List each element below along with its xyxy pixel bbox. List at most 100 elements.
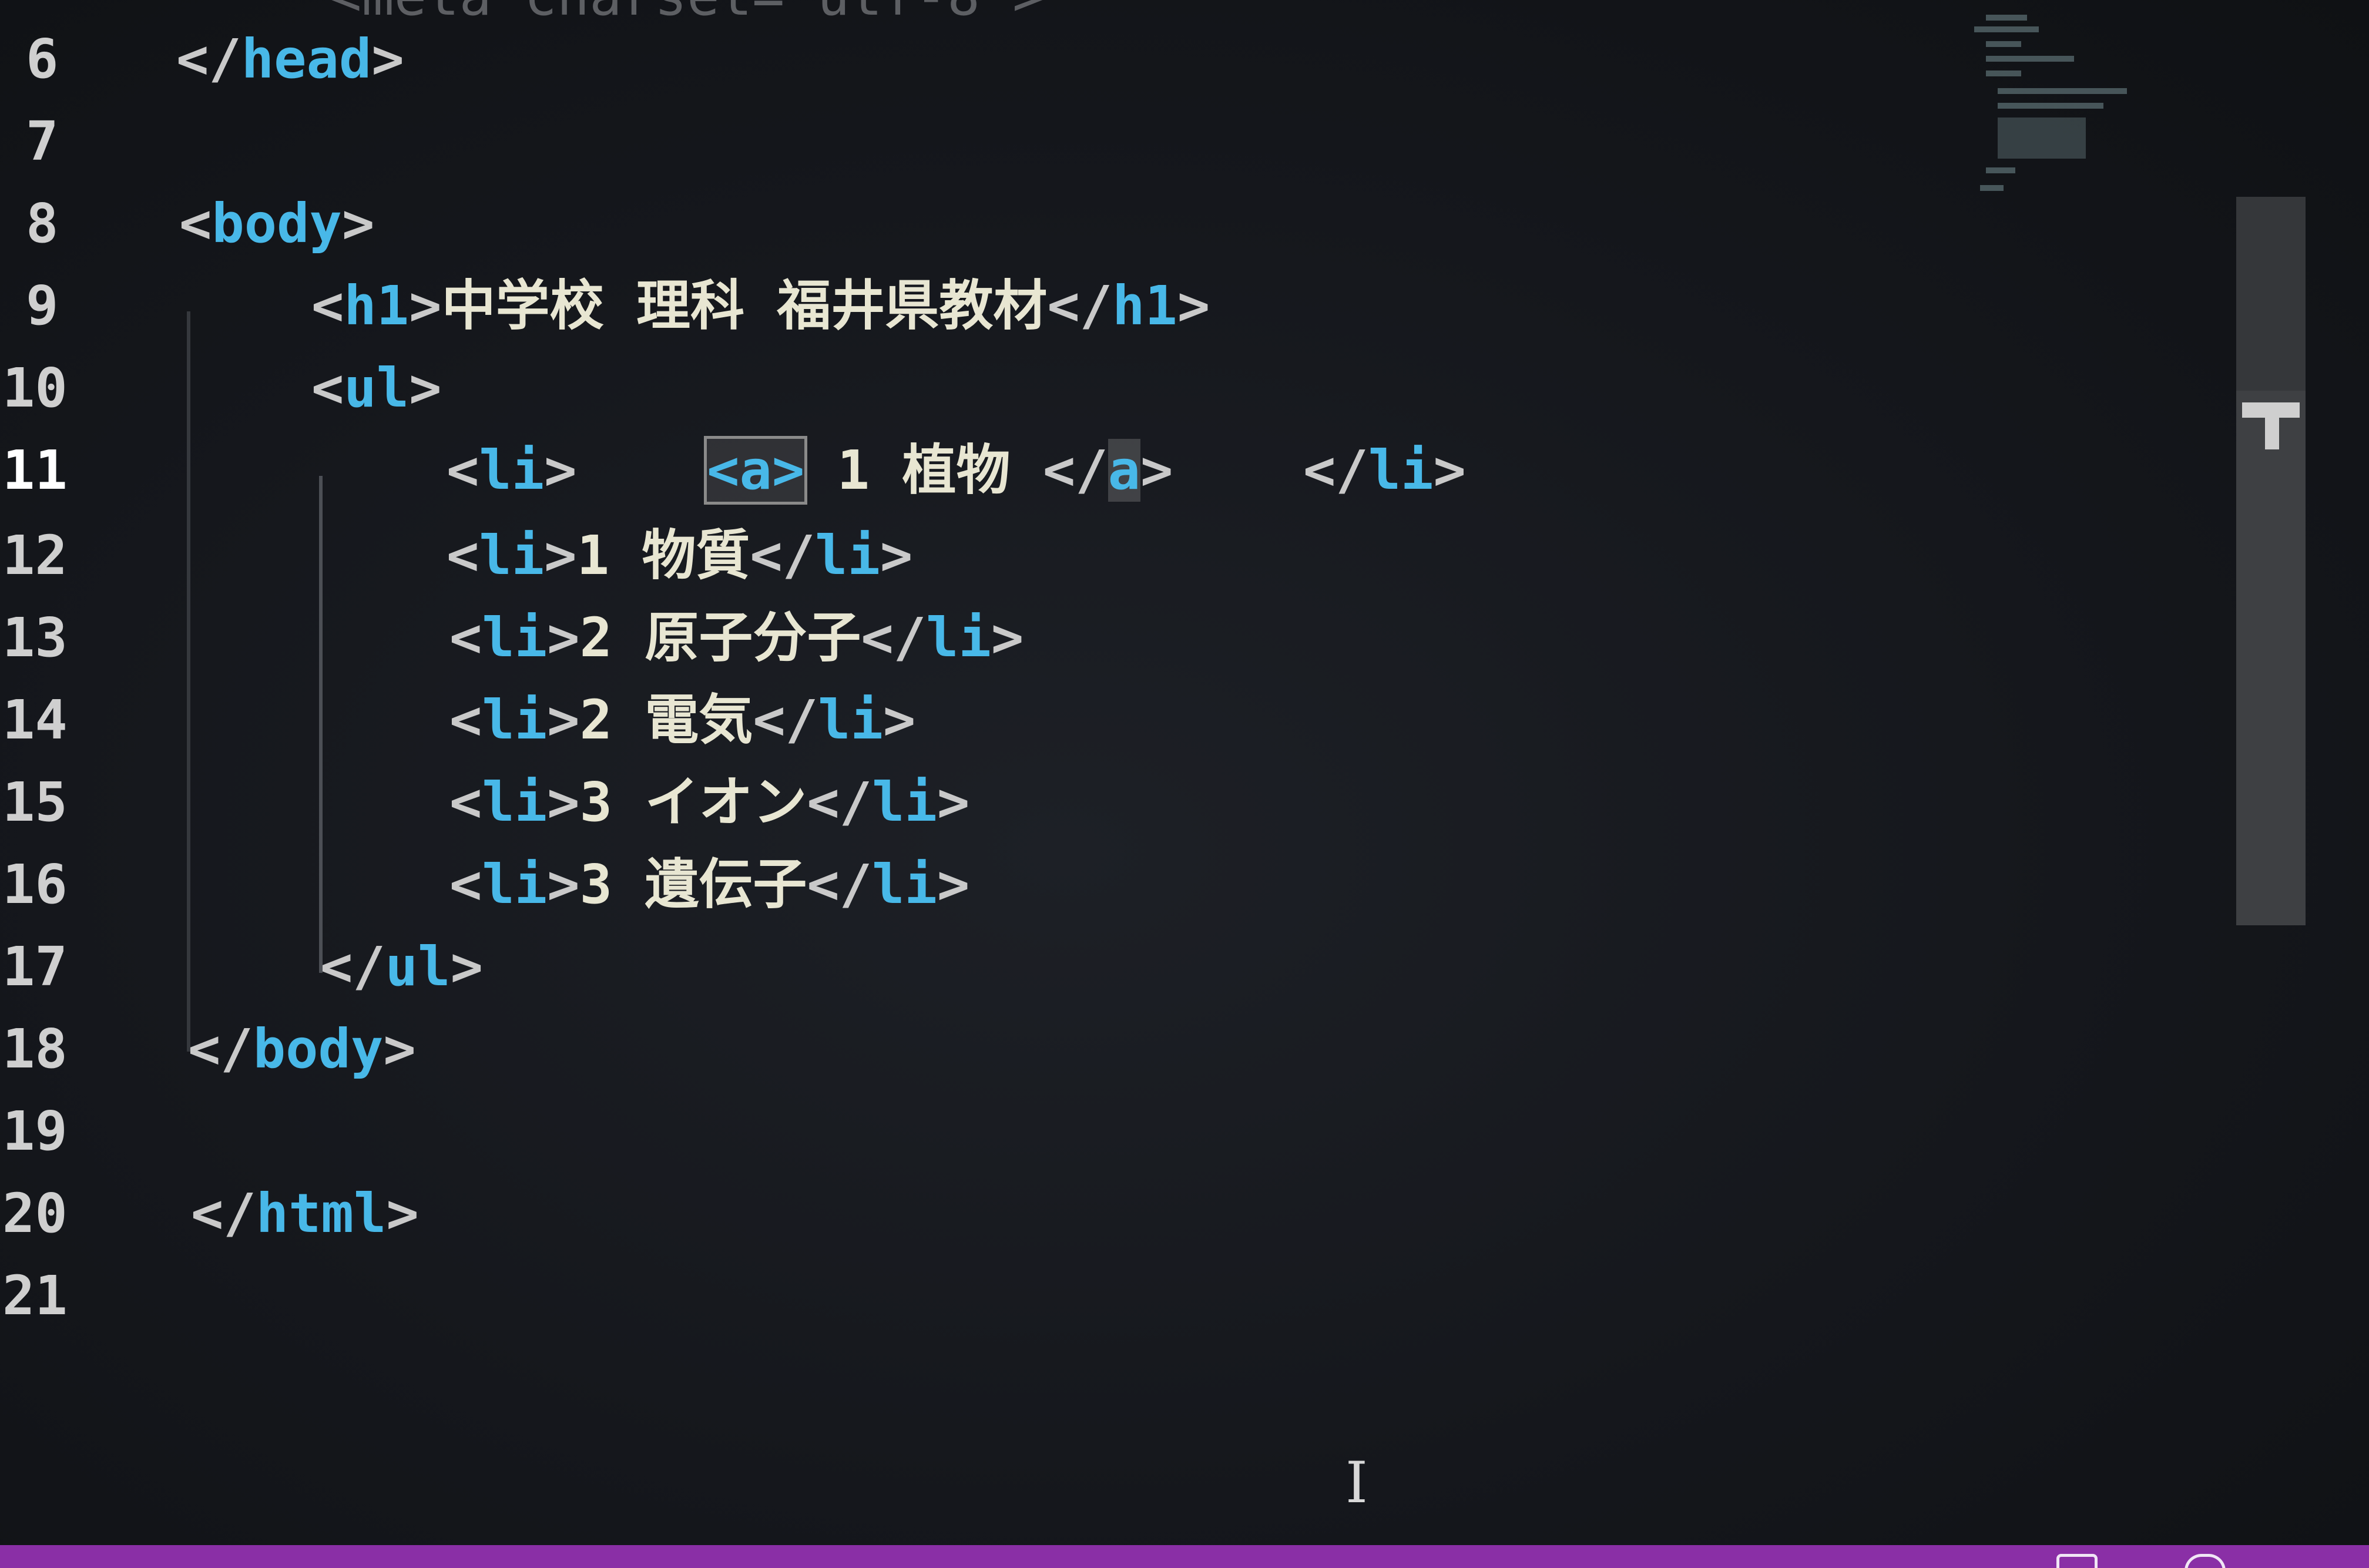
- tag-punctuation: >: [991, 606, 1024, 669]
- tag-name: li: [479, 524, 545, 587]
- line-number: 17: [2, 935, 68, 998]
- code-line[interactable]: 12 <li>1 物質</li>: [0, 514, 2174, 597]
- tag-name: li: [482, 771, 548, 834]
- code-content[interactable]: <li>2 原子分子</li>: [449, 596, 1024, 679]
- code-line[interactable]: 20 </html>: [0, 1172, 2174, 1255]
- tag-name: ul: [385, 935, 451, 998]
- code-line[interactable]: 19: [0, 1090, 2174, 1173]
- tag-punctuation: >: [409, 357, 442, 419]
- code-line[interactable]: 10 <ul>: [0, 347, 2174, 429]
- line-number: 10: [2, 357, 68, 419]
- code-content[interactable]: <body>: [179, 182, 374, 265]
- tag-name: <a>: [704, 436, 808, 505]
- minimap-line: [1974, 26, 2039, 32]
- tag-punctuation: >: [371, 28, 404, 90]
- tag-name: ul: [344, 357, 410, 419]
- tag-name: li: [926, 606, 991, 669]
- tag-punctuation: >: [937, 771, 970, 834]
- code-content[interactable]: </body>: [188, 1008, 416, 1090]
- code-line[interactable]: 8 <body>: [0, 182, 2174, 265]
- tag-punctuation: >: [1177, 274, 1210, 337]
- tag-name: li: [482, 853, 548, 916]
- line-number: 13: [2, 606, 68, 669]
- code-content[interactable]: <li>2 電気</li>: [449, 679, 915, 761]
- tag-punctuation: >: [383, 1018, 416, 1080]
- tag-punctuation: </: [1047, 274, 1113, 337]
- tag-punctuation: >: [880, 524, 913, 587]
- tag-punctuation: <: [447, 524, 479, 587]
- code-line[interactable]: 21: [0, 1254, 2174, 1337]
- code-line[interactable]: 9 <h1>中学校 理科 福井県教材</h1>: [0, 264, 2174, 347]
- tag-punctuation: >: [937, 853, 970, 916]
- minimap-line: [1998, 103, 2103, 109]
- code-content[interactable]: <h1>中学校 理科 福井県教材</h1>: [311, 264, 1210, 347]
- code-line[interactable]: 15 <li>3 イオン</li>: [0, 761, 2174, 844]
- minimap-line: [1986, 167, 2015, 173]
- line-number: 12: [2, 524, 68, 587]
- line-number: 21: [2, 1264, 68, 1327]
- code-line[interactable]: 13 <li>2 原子分子</li>: [0, 596, 2174, 679]
- tag-punctuation: <: [447, 439, 479, 502]
- code-content[interactable]: </ul>: [320, 925, 483, 1008]
- code-line[interactable]: 6 </head>: [0, 18, 2174, 100]
- tag-name: body: [253, 1018, 384, 1080]
- code-line[interactable]: 14 <li>2 電気</li>: [0, 679, 2174, 761]
- line-number: 11: [2, 439, 68, 502]
- code-line[interactable]: 11 <li> <a> 1 植物 </a> </li>: [0, 429, 2174, 512]
- notification-icon[interactable]: [2056, 1554, 2098, 1568]
- code-line[interactable]: 18 </body>: [0, 1008, 2174, 1090]
- line-number: 19: [2, 1100, 68, 1163]
- code-line[interactable]: 7: [0, 100, 2174, 183]
- tag-name: li: [482, 689, 548, 751]
- tag-name: h1: [344, 274, 410, 337]
- minimap-line: [1986, 15, 2027, 21]
- tag-punctuation: >: [544, 439, 707, 502]
- status-bar[interactable]: [0, 1545, 2369, 1568]
- tag-punctuation: </: [807, 771, 873, 834]
- tag-punctuation: >: [547, 689, 580, 751]
- tag-punctuation: >: [1140, 439, 1303, 502]
- code-content[interactable]: <li>3 遺伝子</li>: [449, 843, 969, 926]
- code-content[interactable]: </head>: [176, 18, 404, 100]
- tag-name: li: [818, 689, 883, 751]
- minimap-line: [1980, 185, 2004, 191]
- text-content: 1 植物: [804, 439, 1043, 502]
- text-content: 3 遺伝子: [579, 853, 807, 916]
- text-content: 中学校 理科 福井県教材: [441, 274, 1048, 337]
- text-content: 2 電気: [579, 689, 753, 751]
- code-content[interactable]: </html>: [191, 1172, 419, 1255]
- minimap[interactable]: [1974, 9, 2233, 197]
- tag-punctuation: >: [450, 935, 483, 998]
- tag-punctuation: </: [750, 524, 816, 587]
- tag-punctuation: >: [544, 524, 577, 587]
- tag-punctuation: </: [861, 606, 927, 669]
- line-number: 8: [26, 192, 59, 255]
- code-content[interactable]: <li>1 物質</li>: [447, 514, 912, 597]
- code-content[interactable]: <ul>: [311, 347, 442, 429]
- minimap-line: [1986, 56, 2074, 62]
- tag-punctuation: >: [1433, 439, 1466, 502]
- code-editor[interactable]: <meta charset="utf-8"> 6</head>78<body>9…: [0, 0, 2369, 1545]
- text-content: 2 原子分子: [579, 606, 861, 669]
- line-number: 16: [2, 853, 68, 916]
- vertical-scrollbar-thumb[interactable]: [2236, 197, 2306, 391]
- tag-name: li: [815, 524, 880, 587]
- tag-name: a: [1108, 439, 1141, 502]
- line-number: 7: [26, 110, 59, 173]
- tag-name: body: [212, 192, 342, 255]
- scrollbar-cursor-marker-stem: [2265, 414, 2279, 449]
- code-line[interactable]: 17 </ul>: [0, 925, 2174, 1008]
- tag-name: h1: [1112, 274, 1177, 337]
- code-content[interactable]: <li> <a> 1 植物 </a> </li>: [447, 429, 1466, 512]
- tag-punctuation: <: [449, 853, 482, 916]
- tag-punctuation: <: [311, 357, 344, 419]
- tag-punctuation: <: [449, 771, 482, 834]
- tag-punctuation: >: [547, 771, 580, 834]
- minimap-line: [1986, 70, 2021, 76]
- indent-guide-body: [187, 311, 190, 1052]
- code-line[interactable]: 16 <li>3 遺伝子</li>: [0, 843, 2174, 926]
- tag-name: li: [482, 606, 548, 669]
- minimap-line: [1998, 117, 2086, 159]
- code-content[interactable]: <li>3 イオン</li>: [449, 761, 969, 844]
- tag-punctuation: >: [547, 853, 580, 916]
